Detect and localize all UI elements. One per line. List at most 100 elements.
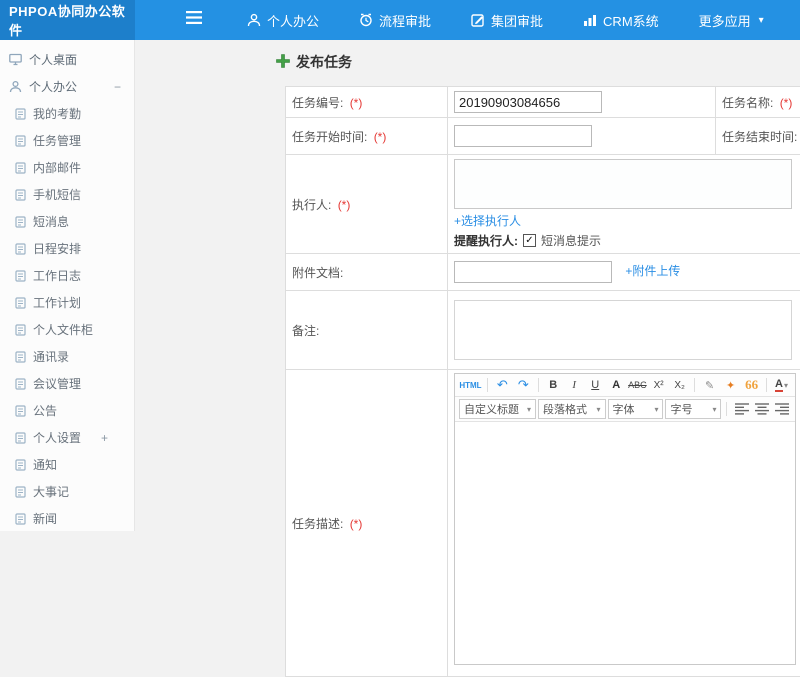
- editor-toolbar-row2: 自定义标题 ▾ 段落格式 ▾ 字体 ▾ 字号 ▾: [455, 397, 795, 422]
- custom-heading-select[interactable]: 自定义标题 ▾: [459, 399, 536, 419]
- sidebar-item-news[interactable]: 新闻: [0, 505, 134, 531]
- sidebar-item-short-message[interactable]: 短消息: [0, 208, 134, 235]
- sidebar-item-label: 我的考勤: [33, 105, 81, 122]
- html-source-button[interactable]: HTML: [459, 376, 482, 394]
- editor-toolbar-row1: HTML ↶ ↷ B I U A ABC X² X₂ ✎ ✦ 66: [455, 374, 795, 397]
- task-name-label-cell: 任务名称: (*): [716, 87, 800, 118]
- sidebar-item-contacts[interactable]: 通讯录: [0, 343, 134, 370]
- rich-text-editor: HTML ↶ ↷ B I U A ABC X² X₂ ✎ ✦ 66: [454, 373, 796, 665]
- choose-executor-link[interactable]: +选择执行人: [454, 214, 521, 228]
- bold-button[interactable]: B: [544, 376, 563, 394]
- sidebar-item-personal-settings[interactable]: 个人设置 +: [0, 424, 134, 451]
- sidebar-item-task-management[interactable]: 任务管理: [0, 127, 134, 154]
- end-time-label: 任务结束时间:: [722, 130, 797, 144]
- sidebar-item-mobile-sms[interactable]: 手机短信: [0, 181, 134, 208]
- task-number-input[interactable]: [454, 91, 602, 113]
- nav-item-label: 更多应用: [699, 11, 751, 30]
- sidebar-item-internal-mail[interactable]: 内部邮件: [0, 154, 134, 181]
- toolbar-separator: [538, 378, 539, 392]
- doc-icon: [15, 108, 26, 120]
- doc-icon: [15, 297, 26, 309]
- nav-personal-office[interactable]: 个人办公: [227, 0, 339, 40]
- sidebar-item-attendance[interactable]: 我的考勤: [0, 100, 134, 127]
- doc-icon: [15, 162, 26, 174]
- attachment-input[interactable]: [454, 261, 612, 283]
- start-time-input[interactable]: [454, 125, 592, 147]
- collapse-icon[interactable]: −: [114, 80, 121, 94]
- executor-label-cell: 执行人: (*): [286, 155, 448, 254]
- superscript-button[interactable]: X²: [649, 376, 668, 394]
- nav-more-apps[interactable]: 更多应用 ▾: [679, 0, 784, 40]
- required-mark: (*): [350, 517, 363, 531]
- end-time-label-cell: 任务结束时间: (*): [716, 118, 800, 155]
- strikethrough-button[interactable]: ABC: [628, 376, 647, 394]
- required-mark: (*): [780, 96, 793, 110]
- sidebar-item-label: 短消息: [33, 213, 69, 230]
- highlight-icon[interactable]: ✦: [721, 376, 740, 394]
- toolbar-separator: [766, 378, 767, 392]
- nav-item-label: CRM系统: [603, 11, 659, 30]
- sidebar-item-notification[interactable]: 通知: [0, 451, 134, 478]
- blockquote-button[interactable]: 66: [742, 376, 761, 394]
- font-button[interactable]: A: [607, 376, 626, 394]
- sidebar-item-desktop[interactable]: 个人桌面: [0, 46, 134, 73]
- sidebar-item-personal-office[interactable]: 个人办公 −: [0, 73, 134, 100]
- align-center-icon[interactable]: [753, 400, 771, 418]
- subscript-button[interactable]: X₂: [670, 376, 689, 394]
- user-icon: [247, 13, 261, 27]
- start-time-field-cell: [448, 118, 716, 155]
- page-title-bar: 发布任务: [276, 52, 352, 72]
- sms-remind-checkbox[interactable]: ✓: [523, 234, 536, 247]
- remark-textarea[interactable]: [454, 300, 792, 360]
- nav-process-approval[interactable]: 流程审批: [339, 0, 451, 40]
- doc-icon: [15, 351, 26, 363]
- form-row-executor: 执行人: (*) +选择执行人 提醒执行人: ✓ 短消息提示: [286, 155, 800, 254]
- menu-toggle-button[interactable]: [185, 0, 203, 40]
- doc-icon: [15, 189, 26, 201]
- sidebar-item-schedule[interactable]: 日程安排: [0, 235, 134, 262]
- caret-down-icon: ▾: [527, 405, 531, 414]
- description-label-cell: 任务描述: (*): [286, 370, 448, 677]
- underline-button[interactable]: U: [586, 376, 605, 394]
- paragraph-format-select[interactable]: 段落格式 ▾: [538, 399, 605, 419]
- doc-icon: [15, 216, 26, 228]
- sidebar-item-meeting[interactable]: 会议管理: [0, 370, 134, 397]
- remark-field-cell: [448, 291, 800, 370]
- sidebar-item-label: 日程安排: [33, 240, 81, 257]
- executor-selection-box[interactable]: [454, 159, 792, 209]
- sidebar-item-label: 手机短信: [33, 186, 81, 203]
- sidebar: 个人桌面 个人办公 − 我的考勤 任务管理 内部邮件 手机短信 短消息 日程安排…: [0, 40, 135, 531]
- sidebar-item-label: 会议管理: [33, 375, 81, 392]
- description-field-cell: HTML ↶ ↷ B I U A ABC X² X₂ ✎ ✦ 66: [448, 370, 800, 677]
- attachment-upload-link[interactable]: +附件上传: [625, 264, 680, 278]
- nav-crm-system[interactable]: CRM系统: [563, 0, 679, 40]
- sidebar-item-announcement[interactable]: 公告: [0, 397, 134, 424]
- sidebar-item-milestones[interactable]: 大事记: [0, 478, 134, 505]
- sidebar-item-label: 新闻: [33, 510, 57, 527]
- align-left-icon[interactable]: [732, 400, 750, 418]
- sidebar-item-label: 个人设置: [33, 429, 81, 446]
- font-family-select[interactable]: 字体 ▾: [608, 399, 664, 419]
- expand-icon[interactable]: +: [101, 431, 108, 445]
- sidebar-item-work-log[interactable]: 工作日志: [0, 262, 134, 289]
- nav-item-label: 个人办公: [267, 11, 319, 30]
- form-row-description: 任务描述: (*) HTML ↶ ↷ B I U A ABC X² X₂: [286, 370, 800, 677]
- toolbar-separator: [487, 378, 488, 392]
- sidebar-item-work-plan[interactable]: 工作计划: [0, 289, 134, 316]
- app-logo: PHPOA协同办公软件: [0, 0, 135, 40]
- attachment-label-cell: 附件文档:: [286, 254, 448, 291]
- format-brush-icon[interactable]: ✎: [700, 376, 719, 394]
- sidebar-item-file-cabinet[interactable]: 个人文件柜: [0, 316, 134, 343]
- font-color-button[interactable]: A ▾: [772, 376, 791, 394]
- undo-icon[interactable]: ↶: [493, 376, 512, 394]
- nav-group-approval[interactable]: 集团审批: [451, 0, 563, 40]
- sidebar-item-label: 个人桌面: [29, 51, 77, 68]
- font-size-select[interactable]: 字号 ▾: [665, 399, 721, 419]
- editor-content-area[interactable]: [455, 422, 795, 664]
- redo-icon[interactable]: ↷: [514, 376, 533, 394]
- required-mark: (*): [374, 130, 387, 144]
- executor-field-cell: +选择执行人 提醒执行人: ✓ 短消息提示: [448, 155, 800, 254]
- align-right-icon[interactable]: [773, 400, 791, 418]
- italic-button[interactable]: I: [565, 376, 584, 394]
- doc-icon: [15, 486, 26, 498]
